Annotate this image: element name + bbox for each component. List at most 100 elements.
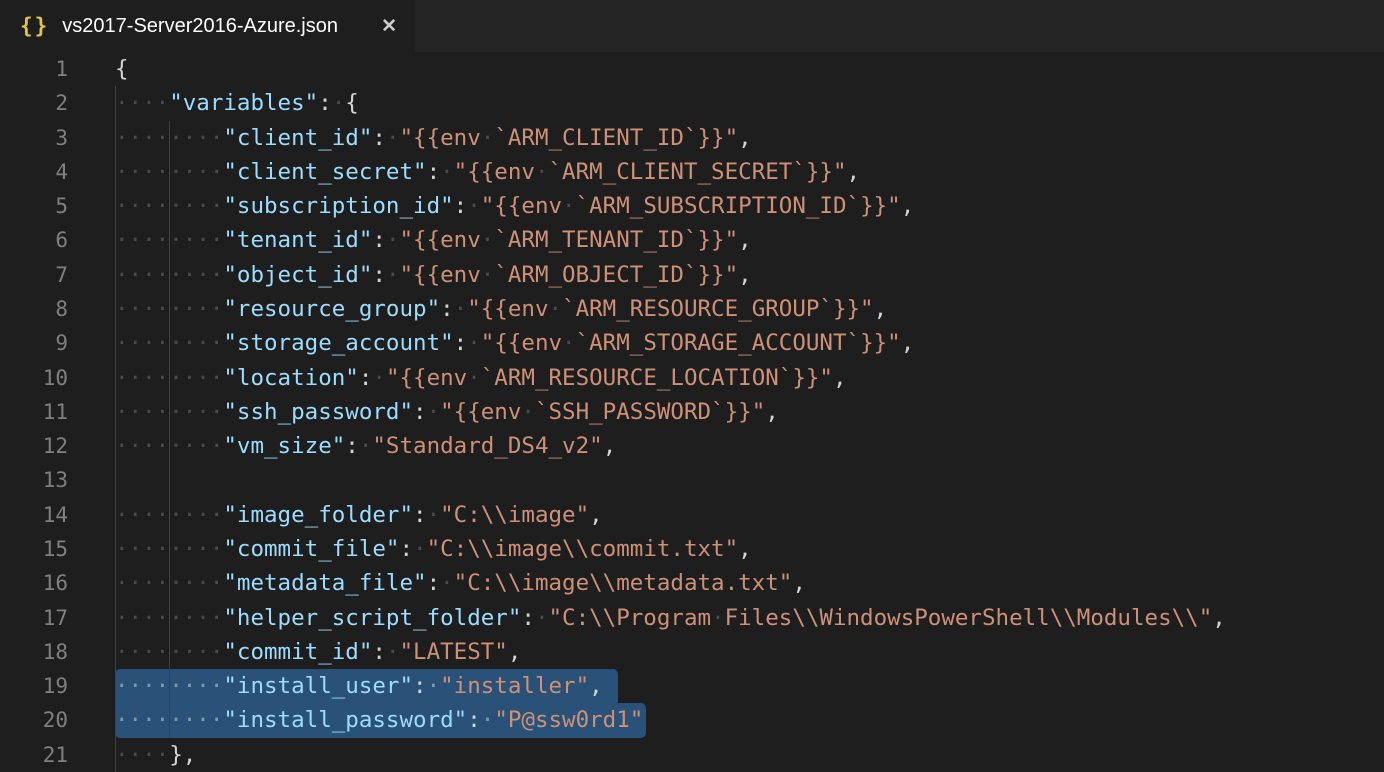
code-text[interactable]: ········"install_password":·"P@ssw0rd1": [115, 703, 643, 737]
line-number[interactable]: 21: [0, 738, 68, 772]
indent-guide: [115, 463, 116, 497]
line-number[interactable]: 4: [0, 155, 68, 189]
code-text[interactable]: ········"resource_group":·"{{env·`ARM_RE…: [115, 292, 887, 326]
line-number[interactable]: 9: [0, 326, 68, 360]
code-line-18[interactable]: 18 ········"commit_id":·"LATEST",: [0, 635, 1384, 669]
token-str: "{{env·`ARM_CLIENT_SECRET`}}": [454, 159, 847, 185]
token-str: "{{env·`ARM_CLIENT_ID`}}": [399, 125, 738, 151]
line-number[interactable]: 2: [0, 86, 68, 120]
token-punc: :·: [427, 570, 454, 596]
code-text[interactable]: ····"variables":·{: [115, 86, 359, 120]
code-line-19[interactable]: 19 ········"install_user":·"installer",: [0, 669, 1384, 703]
tab-title: vs2017-Server2016-Azure.json: [62, 15, 338, 38]
code-line-4[interactable]: 4 ········"client_secret":·"{{env·`ARM_CL…: [0, 155, 1384, 189]
code-line-13[interactable]: 13: [0, 463, 1384, 497]
token-punc: ,: [792, 570, 806, 596]
token-ws: ····: [115, 742, 169, 768]
line-number[interactable]: 6: [0, 223, 68, 257]
line-number[interactable]: 5: [0, 189, 68, 223]
token-str: "Standard_DS4_v2": [372, 433, 602, 459]
line-number[interactable]: 13: [0, 463, 68, 497]
code-text[interactable]: ········"helper_script_folder":·"C:\\Pro…: [115, 601, 1226, 635]
code-text[interactable]: ········"subscription_id":·"{{env·`ARM_S…: [115, 189, 914, 223]
token-key: "resource_group": [223, 296, 440, 322]
code-line-12[interactable]: 12 ········"vm_size":·"Standard_DS4_v2",: [0, 429, 1384, 463]
line-number[interactable]: 15: [0, 532, 68, 566]
code-text[interactable]: ········"client_id":·"{{env·`ARM_CLIENT_…: [115, 121, 752, 155]
tab-vs2017-server2016-azure-json[interactable]: {} vs2017-Server2016-Azure.json ✕: [0, 0, 415, 52]
line-number[interactable]: 11: [0, 395, 68, 429]
line-number[interactable]: 7: [0, 258, 68, 292]
line-number[interactable]: 20: [0, 703, 68, 737]
code-line-2[interactable]: 2 ····"variables":·{: [0, 86, 1384, 120]
code-text[interactable]: ········"metadata_file":·"C:\\image\\met…: [115, 566, 806, 600]
code-line-9[interactable]: 9 ········"storage_account":·"{{env·`ARM_…: [0, 326, 1384, 360]
line-number[interactable]: 8: [0, 292, 68, 326]
code-line-21[interactable]: 21 ····},: [0, 738, 1384, 772]
line-number[interactable]: 18: [0, 635, 68, 669]
indent-guide: [169, 121, 170, 155]
code-line-5[interactable]: 5 ········"subscription_id":·"{{env·`ARM_…: [0, 189, 1384, 223]
token-punc: :·: [427, 159, 454, 185]
indent-guide: [115, 635, 116, 669]
code-line-20[interactable]: 20 ········"install_password":·"P@ssw0rd1…: [0, 703, 1384, 737]
indent-guide: [115, 155, 116, 189]
code-text[interactable]: ········"location":·"{{env·`ARM_RESOURCE…: [115, 361, 847, 395]
code-text[interactable]: ········"install_user":·"installer",: [115, 669, 603, 703]
line-number[interactable]: 12: [0, 429, 68, 463]
token-punc: ,: [738, 536, 752, 562]
token-punc: ,: [738, 262, 752, 288]
code-text[interactable]: ········"storage_account":·"{{env·`ARM_S…: [115, 326, 914, 360]
indent-guide: [115, 121, 116, 155]
token-key: "ssh_password": [223, 399, 413, 425]
indent-guide: [169, 703, 170, 737]
token-str: "C:\\image": [440, 502, 589, 528]
code-line-10[interactable]: 10 ········"location":·"{{env·`ARM_RESOUR…: [0, 361, 1384, 395]
code-text[interactable]: ········"object_id":·"{{env·`ARM_OBJECT_…: [115, 258, 752, 292]
token-str: "{{env·`ARM_TENANT_ID`}}": [399, 227, 738, 253]
code-line-1[interactable]: 1{: [0, 52, 1384, 86]
token-key: "object_id": [223, 262, 372, 288]
code-line-11[interactable]: 11 ········"ssh_password":·"{{env·`SSH_PA…: [0, 395, 1384, 429]
token-punc: {: [115, 56, 129, 82]
code-text[interactable]: ····},: [115, 738, 196, 772]
code-text[interactable]: {: [115, 52, 129, 86]
code-editor[interactable]: 1{2····"variables":·{3········"client_id…: [0, 52, 1384, 772]
code-text[interactable]: ········"tenant_id":·"{{env·`ARM_TENANT_…: [115, 223, 752, 257]
code-lines: 1{2····"variables":·{3········"client_id…: [0, 52, 1384, 772]
code-line-15[interactable]: 15 ········"commit_file":·"C:\\image\\com…: [0, 532, 1384, 566]
line-number[interactable]: 10: [0, 361, 68, 395]
token-key: "image_folder": [223, 502, 413, 528]
code-line-8[interactable]: 8 ········"resource_group":·"{{env·`ARM_R…: [0, 292, 1384, 326]
code-line-3[interactable]: 3 ········"client_id":·"{{env·`ARM_CLIENT…: [0, 121, 1384, 155]
indent-guide: [169, 532, 170, 566]
code-line-7[interactable]: 7 ········"object_id":·"{{env·`ARM_OBJECT…: [0, 258, 1384, 292]
code-text[interactable]: ········"ssh_password":·"{{env·`SSH_PASS…: [115, 395, 779, 429]
token-punc: ,: [738, 227, 752, 253]
line-number[interactable]: 19: [0, 669, 68, 703]
line-number[interactable]: 17: [0, 601, 68, 635]
code-text[interactable]: ········"client_secret":·"{{env·`ARM_CLI…: [115, 155, 860, 189]
tab-close-icon[interactable]: ✕: [379, 15, 399, 38]
code-line-17[interactable]: 17 ········"helper_script_folder":·"C:\\P…: [0, 601, 1384, 635]
token-punc: :·: [413, 673, 440, 699]
indent-guide: [169, 669, 170, 703]
line-number[interactable]: 3: [0, 121, 68, 155]
indent-guide: [115, 326, 116, 360]
line-number[interactable]: 16: [0, 566, 68, 600]
indent-guide: [115, 498, 116, 532]
line-number[interactable]: 1: [0, 52, 68, 86]
code-line-16[interactable]: 16 ········"metadata_file":·"C:\\image\\m…: [0, 566, 1384, 600]
code-text[interactable]: ········"image_folder":·"C:\\image",: [115, 498, 603, 532]
line-number[interactable]: 14: [0, 498, 68, 532]
code-line-6[interactable]: 6 ········"tenant_id":·"{{env·`ARM_TENANT…: [0, 223, 1384, 257]
token-key: "client_secret": [223, 159, 426, 185]
code-line-14[interactable]: 14 ········"image_folder":·"C:\\image",: [0, 498, 1384, 532]
indent-guide: [115, 669, 116, 703]
code-text[interactable]: ········"commit_id":·"LATEST",: [115, 635, 521, 669]
indent-guide: [115, 189, 116, 223]
indent-guide: [169, 189, 170, 223]
code-text[interactable]: ········"commit_file":·"C:\\image\\commi…: [115, 532, 752, 566]
token-punc: ,: [1212, 605, 1226, 631]
code-text[interactable]: ········"vm_size":·"Standard_DS4_v2",: [115, 429, 616, 463]
